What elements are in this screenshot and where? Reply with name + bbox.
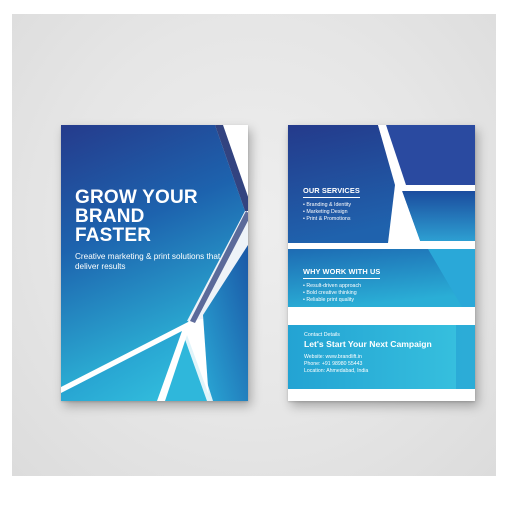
contact-location: Location: Ahmedabad, India [304,368,369,374]
services-item: • Marketing Design [303,209,348,215]
why-item: • Reliable print quality [303,297,355,303]
services-item: • Print & Promotions [303,216,351,222]
contact-block: Contact Details Let's Start Your Next Ca… [304,332,432,375]
front-subheadline: Creative marketing & print solutions tha… [75,252,221,271]
contact-website: Website: www.brandlift.in [304,354,362,360]
contact-title: Let's Start Your Next Campaign [304,339,432,349]
contact-phone: Phone: +91 98980 55443 [304,361,363,367]
why-list: • Result-driven approach • Bold creative… [303,283,361,304]
why-heading: WHY WORK WITH US [303,267,381,279]
services-heading: OUR SERVICES [303,186,360,198]
contact-label: Contact Details [304,332,340,338]
flyer-back: OUR SERVICES • Branding & Identity • Mar… [288,125,475,401]
why-item: • Bold creative thinking [303,290,357,296]
why-item: • Result-driven approach [303,283,362,289]
front-headline: GROW YOUR BRAND FASTER [75,187,198,246]
services-list: • Branding & Identity • Marketing Design… [303,202,351,223]
services-item: • Branding & Identity [303,202,352,208]
flyer-front: GROW YOUR BRAND FASTER Creative marketin… [61,125,248,401]
